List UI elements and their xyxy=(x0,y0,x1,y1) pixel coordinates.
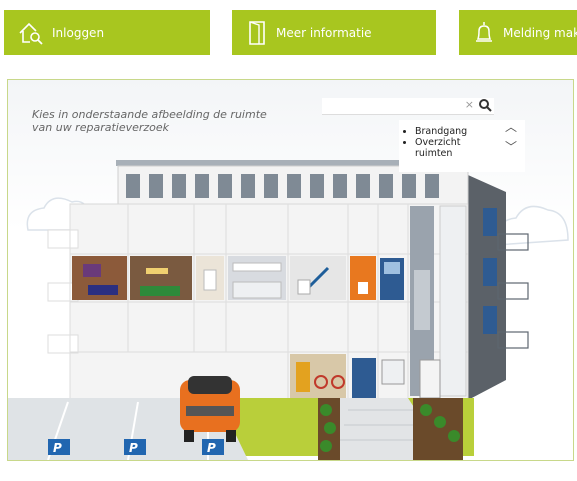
clear-icon[interactable]: × xyxy=(465,98,474,111)
hall-door xyxy=(352,358,376,398)
cloud-right xyxy=(495,205,569,246)
more-info-button[interactable]: Meer informatie xyxy=(232,10,436,55)
door-icon xyxy=(249,20,265,45)
report-label: Melding maken xyxy=(503,25,577,40)
bell-icon xyxy=(476,21,492,42)
login-label: Inloggen xyxy=(52,25,105,40)
chevron-up-icon[interactable]: ︿ xyxy=(505,121,517,133)
search-icon[interactable] xyxy=(478,98,492,112)
instruction-text: Kies in onderstaande afbeelding de ruimt… xyxy=(32,108,267,134)
search-box[interactable]: × xyxy=(322,98,494,115)
top-navigation: Inloggen Meer informatie Melding maken xyxy=(0,0,577,56)
room-list-item[interactable]: Overzicht ruimten xyxy=(415,137,495,159)
room-list-item[interactable]: Brandgang xyxy=(415,126,495,137)
chevron-down-icon[interactable]: ﹀ xyxy=(505,141,517,153)
house-search-icon xyxy=(19,22,43,45)
parking-sign-label: P xyxy=(129,441,138,455)
login-button[interactable]: Inloggen xyxy=(4,10,210,55)
report-button[interactable]: Melding maken xyxy=(459,10,577,55)
room-list: Brandgang Overzicht ruimten ︿ ﹀ xyxy=(399,120,525,172)
room-selector-panel: P P P Kies in onderstaande afbeelding de… xyxy=(7,79,574,461)
parking-sign-label: P xyxy=(53,441,62,455)
more-info-label: Meer informatie xyxy=(276,25,372,40)
parking-sign-label: P xyxy=(207,441,216,455)
